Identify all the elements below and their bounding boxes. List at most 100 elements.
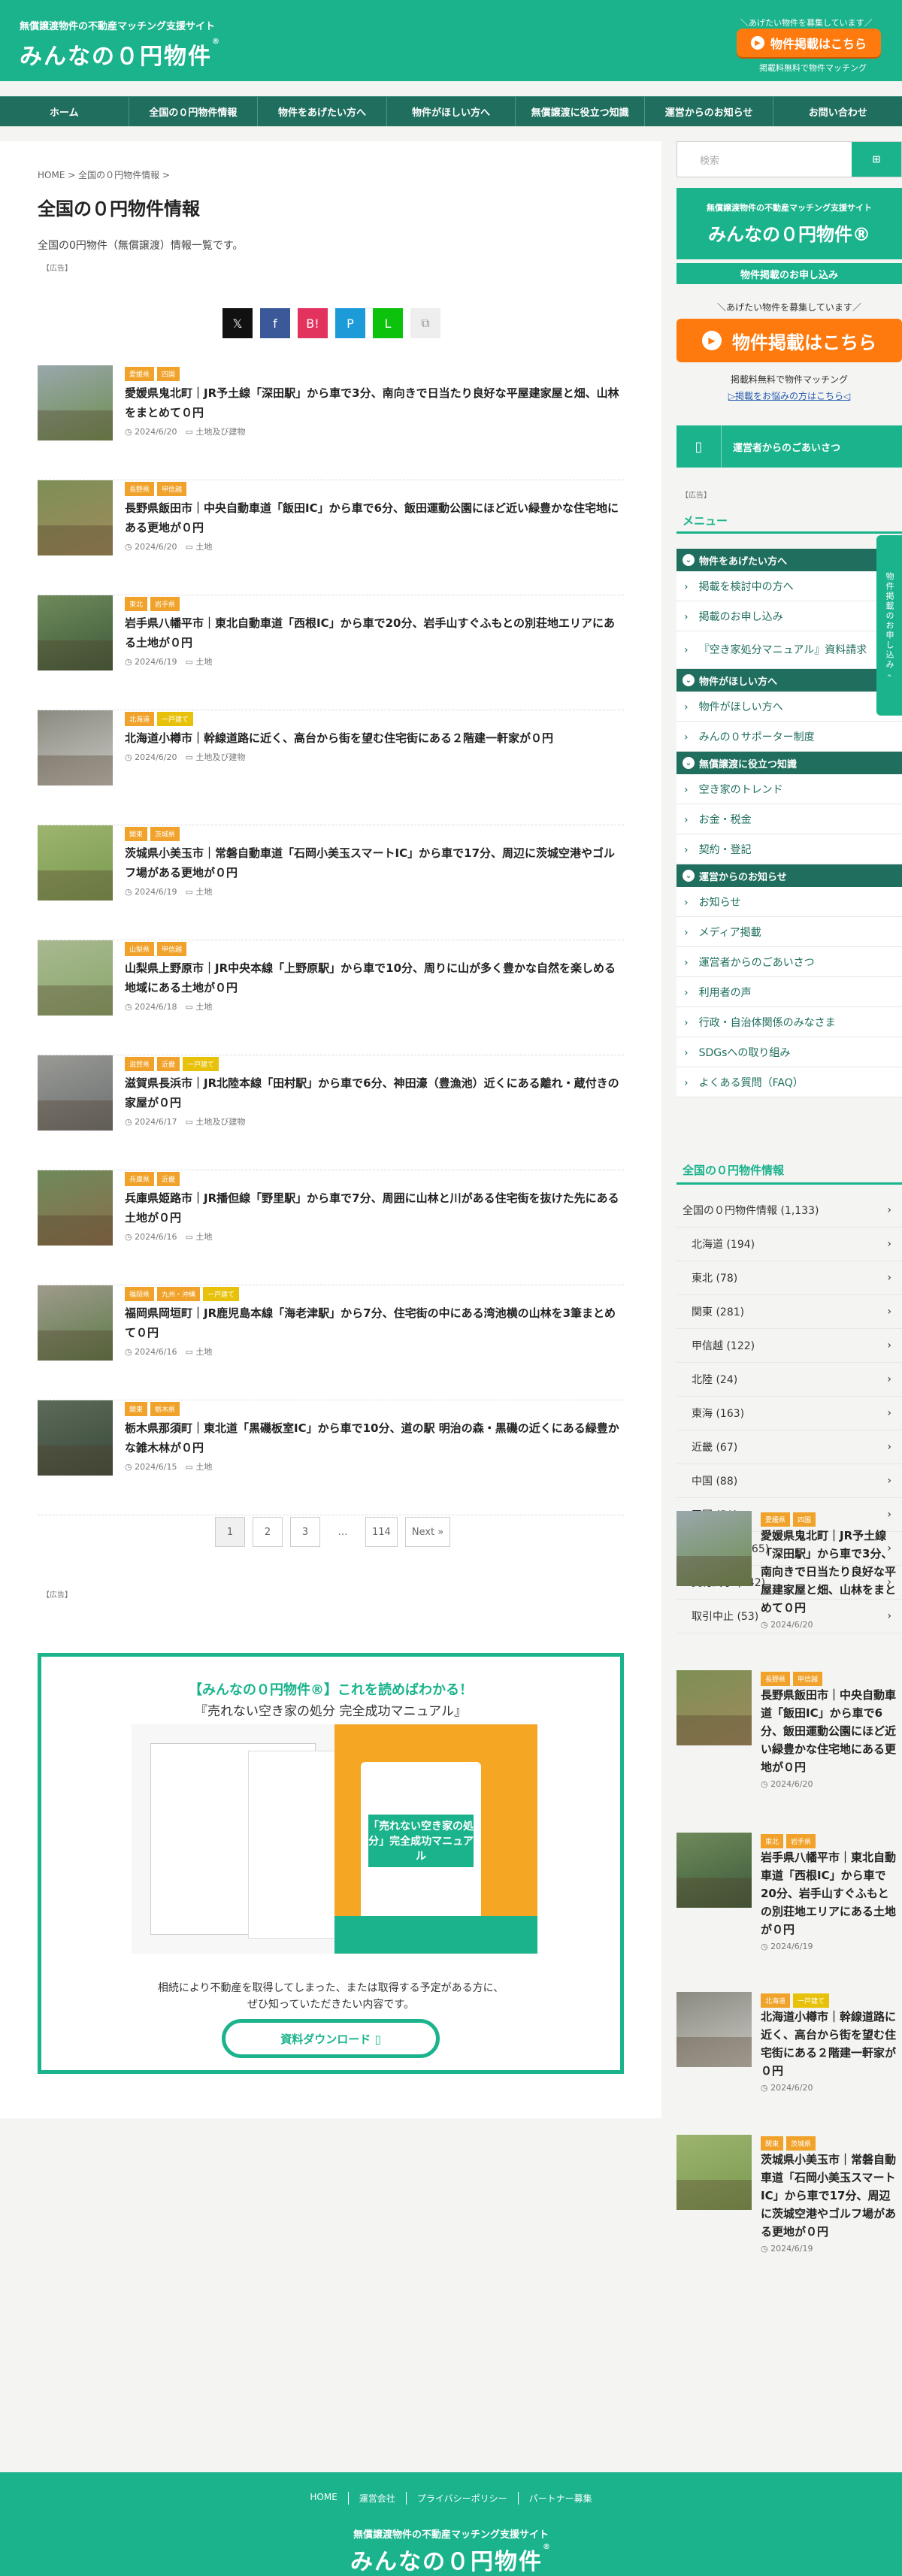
menu-item[interactable]: › 運営者からのごあいさつ bbox=[676, 947, 902, 977]
post-title[interactable]: 長野県飯田市｜中央自動車道「飯田IC」から車で6分、飯田運動公園にほど近い緑豊か… bbox=[125, 498, 624, 537]
post-tag[interactable]: 愛媛県 bbox=[761, 1512, 791, 1527]
download-button[interactable]: 資料ダウンロード ▯ bbox=[222, 2019, 440, 2058]
post-tag[interactable]: 一戸建て bbox=[793, 1993, 830, 2008]
archive-item[interactable]: 北陸 (24) › bbox=[676, 1363, 902, 1397]
post-category[interactable]: 土地 bbox=[195, 657, 212, 667]
post-tag[interactable]: 茨城県 bbox=[150, 827, 180, 841]
menu-item[interactable]: › 利用者の声 bbox=[676, 977, 902, 1007]
post-category[interactable]: 土地及び建物 bbox=[195, 427, 245, 437]
recent-post-thumbnail[interactable] bbox=[676, 1992, 752, 2067]
archive-item[interactable]: 甲信越 (122) › bbox=[676, 1329, 902, 1363]
menu-item[interactable]: › お知らせ bbox=[676, 887, 902, 917]
menu-item[interactable]: › 物件がほしい方へ bbox=[676, 692, 902, 722]
post-tag[interactable]: 一戸建て bbox=[203, 1287, 240, 1301]
breadcrumb[interactable]: HOME > 全国の０円物件情報 > bbox=[38, 168, 170, 181]
post-tag[interactable]: 関東 bbox=[125, 1402, 148, 1416]
post-category[interactable]: 土地 bbox=[195, 1347, 212, 1357]
post-category[interactable]: 土地 bbox=[195, 1462, 212, 1472]
post-category[interactable]: 土地及び建物 bbox=[195, 1117, 245, 1127]
post-tag[interactable]: 北海道 bbox=[125, 712, 155, 726]
greeting-banner[interactable]: ▯ 運営者からのごあいさつ bbox=[676, 425, 902, 468]
post-title[interactable]: 愛媛県鬼北町｜JR予土線「深田駅」から車で3分、南向きで日当たり良好な平屋建家屋… bbox=[125, 383, 624, 422]
recent-post[interactable]: 北海道 一戸建て 北海道小樽市｜幹線道路に近く、高台から街を望む住宅街にある２階建一… bbox=[676, 1992, 902, 2093]
page-2[interactable]: 2 bbox=[253, 1517, 283, 1547]
post-tag[interactable]: 兵庫県 bbox=[125, 1172, 155, 1186]
post-tag[interactable]: 長野県 bbox=[761, 1672, 791, 1686]
consult-link[interactable]: ▷掲載をお悩みの方はこちら◁ bbox=[676, 389, 902, 402]
post-tag[interactable]: 山梨県 bbox=[125, 942, 155, 956]
post-item[interactable]: 関東 茨城県 茨城県小美玉市｜常磐自動車道「石岡小美玉スマートIC」から車で17分、… bbox=[38, 825, 624, 940]
recent-post-title[interactable]: 長野県飯田市｜中央自動車道「飯田IC」から車で6分、飯田運動公園にほど近い緑豊か… bbox=[761, 1686, 896, 1776]
sidebar-listing-button[interactable]: ▶ 物件掲載はこちら bbox=[676, 319, 902, 362]
footer-link-home[interactable]: HOME bbox=[299, 2492, 349, 2505]
post-thumbnail[interactable] bbox=[38, 1055, 113, 1131]
post-tag[interactable]: 愛媛県 bbox=[125, 367, 155, 381]
post-thumbnail[interactable] bbox=[38, 1285, 113, 1361]
nav-item-news[interactable]: 運営からのお知らせ bbox=[645, 97, 774, 126]
post-tag[interactable]: 甲信越 bbox=[157, 482, 187, 496]
post-item[interactable]: 愛媛県 四国愛媛県鬼北町｜JR予土線「深田駅」から車で3分、南向きで日当たり良好な… bbox=[38, 365, 624, 480]
post-category[interactable]: 土地 bbox=[195, 887, 212, 897]
archive-item[interactable]: 東海 (163) › bbox=[676, 1397, 902, 1430]
post-category[interactable]: 土地 bbox=[195, 542, 212, 552]
recent-post-thumbnail[interactable] bbox=[676, 1511, 752, 1586]
archive-item[interactable]: 近畿 (67) › bbox=[676, 1430, 902, 1464]
recent-post[interactable]: 愛媛県 四国 愛媛県鬼北町｜JR予土線「深田駅」から車で3分、南向きで日当たり良好な… bbox=[676, 1511, 902, 1630]
recent-post-title[interactable]: 北海道小樽市｜幹線道路に近く、高台から街を望む住宅街にある２階建一軒家が０円 bbox=[761, 2008, 896, 2080]
post-thumbnail[interactable] bbox=[38, 940, 113, 1016]
post-tag[interactable]: 四国 bbox=[793, 1512, 816, 1527]
nav-item-contact[interactable]: お問い合わせ bbox=[773, 97, 902, 126]
post-thumbnail[interactable] bbox=[38, 1170, 113, 1246]
menu-item[interactable]: › 『空き家処分マニュアル』資料請求 bbox=[676, 631, 902, 669]
menu-item[interactable]: › みんの０サポーター制度 bbox=[676, 722, 902, 752]
post-tag[interactable]: 東北 bbox=[125, 597, 148, 611]
menu-item[interactable]: › 行政・自治体関係のみなさま bbox=[676, 1007, 902, 1037]
page-3[interactable]: 3 bbox=[290, 1517, 320, 1547]
post-tag[interactable]: 関東 bbox=[125, 827, 148, 841]
menu-category[interactable]: ⌄ 運営からのお知らせ bbox=[676, 864, 902, 887]
post-tag[interactable]: 九州・沖縄 bbox=[157, 1287, 201, 1301]
recent-post-title[interactable]: 愛媛県鬼北町｜JR予土線「深田駅」から車で3分、南向きで日当たり良好な平屋建家屋… bbox=[761, 1527, 896, 1617]
post-tag[interactable]: 近畿 bbox=[157, 1172, 180, 1186]
archive-item[interactable]: 北海道 (194) › bbox=[676, 1227, 902, 1261]
post-thumbnail[interactable] bbox=[38, 1400, 113, 1476]
post-title[interactable]: 山梨県上野原市｜JR中央本線「上野原駅」から車で10分、周りに山が多く豊かな自然… bbox=[125, 958, 624, 997]
menu-item[interactable]: › 空き家のトレンド bbox=[676, 774, 902, 804]
recent-post[interactable]: 東北 岩手県 岩手県八幡平市｜東北自動車道「西根IC」から車で20分、岩手山すぐふも… bbox=[676, 1833, 902, 1951]
post-item[interactable]: 福岡県 九州・沖縄 一戸建て福岡県岡垣町｜JR鹿児島本線「海老津駅」から7分、住宅街… bbox=[38, 1285, 624, 1400]
post-thumbnail[interactable] bbox=[38, 710, 113, 786]
menu-category[interactable]: ⌄ 物件がほしい方へ bbox=[676, 669, 902, 692]
nav-item-want[interactable]: 物件がほしい方へ bbox=[387, 97, 516, 126]
archive-item[interactable]: 東北 (78) › bbox=[676, 1261, 902, 1295]
post-item[interactable]: 東北 岩手県 岩手県八幡平市｜東北自動車道「西根IC」から車で20分、岩手山すぐふも… bbox=[38, 595, 624, 710]
site-logo[interactable]: みんなの０円物件® bbox=[20, 38, 221, 71]
menu-item[interactable]: › お金・税金 bbox=[676, 804, 902, 834]
fixed-apply-tab[interactable]: 物件掲載のお申し込み ‹ bbox=[876, 535, 902, 716]
post-category[interactable]: 土地及び建物 bbox=[195, 752, 245, 762]
post-tag[interactable]: 滋賀県 bbox=[125, 1057, 155, 1071]
post-tag[interactable]: 長野県 bbox=[125, 482, 155, 496]
post-tag[interactable]: 栃木県 bbox=[150, 1402, 180, 1416]
footer-logo[interactable]: みんなの０円物件® bbox=[0, 2543, 902, 2576]
post-tag[interactable]: 近畿 bbox=[157, 1057, 180, 1071]
nav-item-home[interactable]: ホーム bbox=[0, 97, 129, 126]
recent-post-thumbnail[interactable] bbox=[676, 1670, 752, 1745]
recent-post-thumbnail[interactable] bbox=[676, 1833, 752, 1908]
post-thumbnail[interactable] bbox=[38, 825, 113, 901]
post-tag[interactable]: 東北 bbox=[761, 1834, 784, 1848]
recent-post[interactable]: 関東 茨城県 茨城県小美玉市｜常磐自動車道「石岡小美玉スマートIC」から車で17分、… bbox=[676, 2135, 902, 2254]
line-icon[interactable]: L bbox=[373, 308, 403, 338]
menu-category[interactable]: ⌄ 物件をあげたい方へ bbox=[676, 549, 902, 571]
header-listing-button[interactable]: ▶ 物件掲載はこちら bbox=[737, 29, 881, 57]
archive-item[interactable]: 中国 (88) › bbox=[676, 1464, 902, 1498]
post-tag[interactable]: 福岡県 bbox=[125, 1287, 155, 1301]
post-tag[interactable]: 北海道 bbox=[761, 1993, 791, 2008]
menu-category[interactable]: ⌄ 無償譲渡に役立つ知識 bbox=[676, 752, 902, 774]
next-page-link[interactable]: Next » bbox=[404, 1517, 451, 1547]
hatena-icon[interactable]: B! bbox=[298, 308, 328, 338]
post-title[interactable]: 福岡県岡垣町｜JR鹿児島本線「海老津駅」から7分、住宅街の中にある湾池横の山林を… bbox=[125, 1303, 624, 1342]
post-tag[interactable]: 四国 bbox=[157, 367, 180, 381]
post-title[interactable]: 北海道小樽市｜幹線道路に近く、高台から街を望む住宅街にある２階建一軒家が０円 bbox=[125, 728, 624, 748]
menu-item[interactable]: › よくある質問（FAQ） bbox=[676, 1067, 902, 1097]
recent-post[interactable]: 長野県 甲信越 長野県飯田市｜中央自動車道「飯田IC」から車で6分、飯田運動公園にほ… bbox=[676, 1670, 902, 1789]
